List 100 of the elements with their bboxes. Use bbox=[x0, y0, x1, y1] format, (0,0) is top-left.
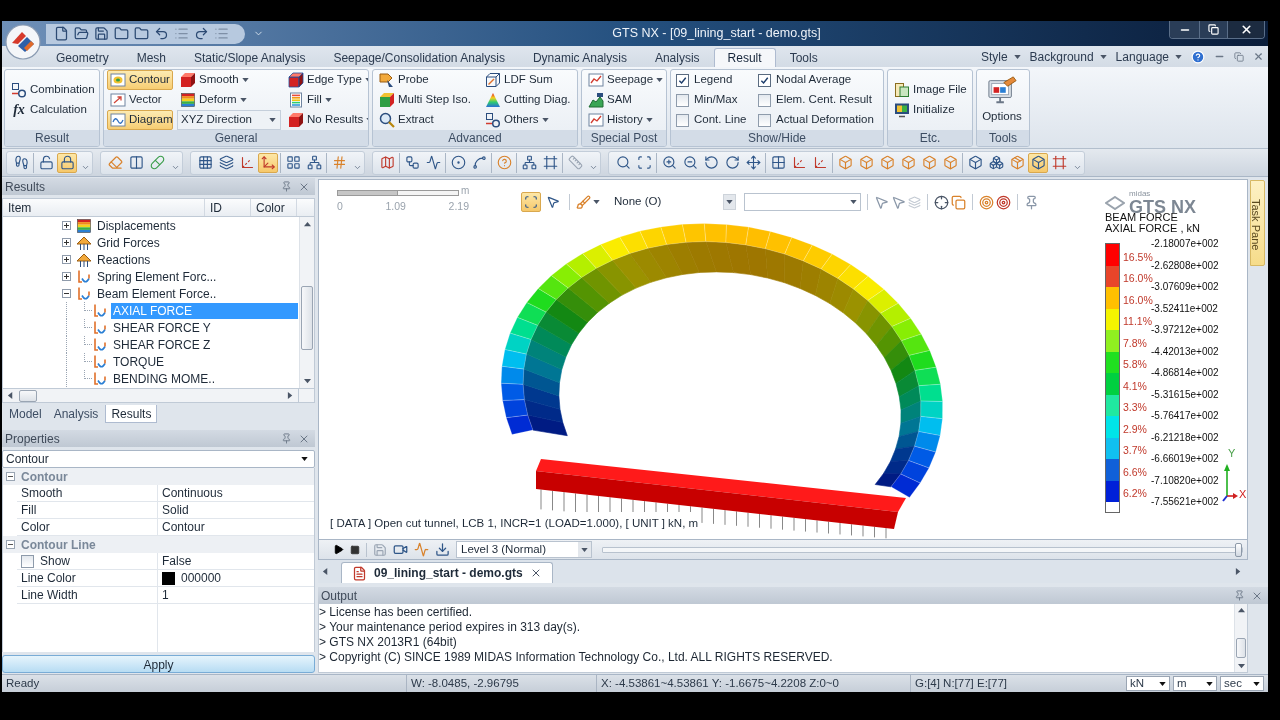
unit-dropdown[interactable]: m bbox=[1173, 676, 1217, 691]
menu-dropdown-button[interactable]: Language bbox=[1115, 47, 1182, 66]
property-value[interactable]: Solid bbox=[162, 501, 189, 519]
view-toolbar-button[interactable] bbox=[521, 192, 541, 212]
checkbox[interactable] bbox=[676, 113, 689, 127]
download-icon[interactable] bbox=[435, 542, 450, 557]
minus-box-icon[interactable] bbox=[5, 540, 15, 549]
ribbon-button[interactable]: SAM bbox=[585, 90, 666, 110]
column-header[interactable]: ID bbox=[205, 199, 251, 216]
close-icon[interactable] bbox=[1253, 51, 1264, 62]
ribbon-menu-button[interactable]: Edge Type bbox=[285, 70, 368, 90]
plus-box-icon[interactable] bbox=[62, 221, 71, 230]
wave-icon[interactable] bbox=[414, 542, 429, 557]
scroll-left-arrow-icon[interactable] bbox=[7, 392, 14, 399]
unit-dropdown[interactable]: kN bbox=[1126, 676, 1170, 691]
toolbar-button[interactable] bbox=[57, 152, 77, 173]
video-camera-icon[interactable] bbox=[393, 542, 408, 557]
color-swatch-icon[interactable] bbox=[162, 571, 175, 585]
ribbon-menu-button[interactable]: Smooth bbox=[177, 70, 281, 90]
cursor-icon[interactable] bbox=[891, 194, 906, 210]
apply-button[interactable]: Apply bbox=[2, 655, 315, 673]
ribbon-menu-button[interactable]: Seepage bbox=[585, 70, 666, 90]
toolbar-button[interactable] bbox=[258, 152, 278, 173]
task-pane-tab[interactable]: Task Pane bbox=[1250, 180, 1265, 266]
stop-icon[interactable] bbox=[350, 544, 360, 555]
property-value[interactable]: False bbox=[162, 552, 192, 570]
tree-item[interactable]: Spring Element Forc... bbox=[95, 268, 298, 285]
scroll-right-arrow-icon[interactable] bbox=[1235, 568, 1242, 575]
scrollbar-thumb[interactable] bbox=[301, 286, 313, 350]
crosshair-icon[interactable] bbox=[934, 194, 949, 210]
ribbon-button[interactable]: Diagram bbox=[107, 110, 173, 130]
checkbox[interactable] bbox=[758, 73, 771, 87]
panel-tab[interactable]: Model bbox=[4, 405, 47, 423]
ribbon-button[interactable]: Extract bbox=[376, 110, 478, 130]
restore-button[interactable] bbox=[1200, 21, 1228, 38]
menu-dropdown-button[interactable]: Background bbox=[1029, 47, 1107, 66]
ribbon-button[interactable]: Cutting Diag. bbox=[482, 90, 574, 110]
tree-item[interactable]: TORQUE bbox=[111, 353, 298, 370]
tree-item[interactable]: Beam Element Force.. bbox=[95, 285, 298, 302]
new-file-icon[interactable] bbox=[54, 26, 69, 41]
level-dropdown[interactable]: Level 3 (Normal) bbox=[456, 541, 592, 558]
document-tab[interactable]: 09_lining_start - demo.gts bbox=[341, 562, 553, 583]
scroll-left-arrow-icon[interactable] bbox=[322, 568, 329, 575]
plus-box-icon[interactable] bbox=[62, 272, 71, 281]
ribbon-button[interactable]: Multi Step Iso. bbox=[376, 90, 478, 110]
ribbon-tab[interactable]: Mesh bbox=[122, 48, 181, 67]
ribbon-tab[interactable]: Dynamic Analysis bbox=[518, 48, 641, 67]
tree-item[interactable]: Grid Forces bbox=[95, 234, 298, 251]
scroll-up-arrow-icon[interactable] bbox=[1237, 606, 1245, 614]
scroll-right-arrow-icon[interactable] bbox=[287, 392, 294, 399]
unit-dropdown[interactable]: sec bbox=[1220, 676, 1264, 691]
close-button[interactable] bbox=[1228, 21, 1264, 38]
scrollbar-thumb[interactable] bbox=[1236, 638, 1246, 658]
property-value[interactable]: Continuous bbox=[162, 484, 223, 502]
play-icon[interactable] bbox=[333, 544, 344, 555]
ribbon-tab[interactable]: Tools bbox=[775, 48, 832, 67]
ribbon-button[interactable]: Probe bbox=[376, 70, 478, 90]
checkbox[interactable] bbox=[758, 93, 771, 107]
redo-icon[interactable] bbox=[194, 26, 209, 41]
ribbon-tab[interactable]: Result bbox=[713, 48, 776, 67]
checkbox[interactable] bbox=[21, 554, 34, 568]
panel-tab[interactable]: Results bbox=[105, 405, 158, 423]
target-icon[interactable] bbox=[996, 194, 1011, 210]
open-folder-icon[interactable] bbox=[74, 26, 89, 41]
pin-icon[interactable] bbox=[1024, 194, 1039, 210]
slider-thumb[interactable] bbox=[1235, 542, 1242, 557]
ribbon-menu-button[interactable]: Deform bbox=[177, 90, 281, 110]
checkbox[interactable] bbox=[758, 113, 771, 127]
ribbon-menu-button[interactable]: History bbox=[585, 110, 666, 130]
column-header[interactable]: Color bbox=[251, 199, 297, 216]
ribbon-button[interactable]: Combination bbox=[8, 80, 98, 100]
checkbox[interactable] bbox=[676, 93, 689, 107]
vertical-scrollbar[interactable] bbox=[299, 217, 314, 388]
tree-item[interactable]: BENDING MOME.. bbox=[111, 370, 298, 387]
menu-dropdown-button[interactable]: Style bbox=[980, 47, 1021, 66]
panel-tab[interactable]: Analysis bbox=[48, 405, 104, 423]
save-icon[interactable] bbox=[94, 26, 109, 41]
column-header[interactable]: Item bbox=[3, 199, 205, 216]
ribbon-tab[interactable]: Geometry bbox=[42, 48, 123, 67]
ribbon-menu-button[interactable]: No Results bbox=[285, 110, 368, 130]
vertical-scrollbar[interactable] bbox=[1234, 604, 1247, 672]
checkbox[interactable] bbox=[676, 73, 689, 87]
plus-box-icon[interactable] bbox=[62, 255, 71, 264]
minimize-button[interactable] bbox=[1170, 21, 1200, 38]
scroll-down-arrow-icon[interactable] bbox=[1237, 662, 1245, 670]
cursor-icon[interactable] bbox=[874, 194, 889, 210]
tree-item[interactable]: SHEAR FORCE Y bbox=[111, 319, 298, 336]
undo-icon[interactable] bbox=[154, 26, 169, 41]
minus-box-icon[interactable] bbox=[62, 289, 71, 298]
ribbon-button[interactable]: Vector bbox=[107, 90, 173, 110]
property-value[interactable]: Contour bbox=[162, 518, 205, 536]
ribbon-dropdown[interactable]: XYZ Direction bbox=[177, 110, 281, 130]
folder-icon[interactable] bbox=[134, 26, 149, 41]
scroll-down-arrow-icon[interactable] bbox=[303, 377, 311, 385]
ribbon-button[interactable]: Image File bbox=[891, 80, 970, 100]
plus-box-icon[interactable] bbox=[62, 238, 71, 247]
tree-item[interactable]: Reactions bbox=[95, 251, 298, 268]
ribbon-large-button[interactable]: Options bbox=[980, 72, 1024, 128]
ribbon-button[interactable]: fx Calculation bbox=[8, 100, 98, 120]
property-value[interactable]: 1 bbox=[162, 586, 169, 604]
